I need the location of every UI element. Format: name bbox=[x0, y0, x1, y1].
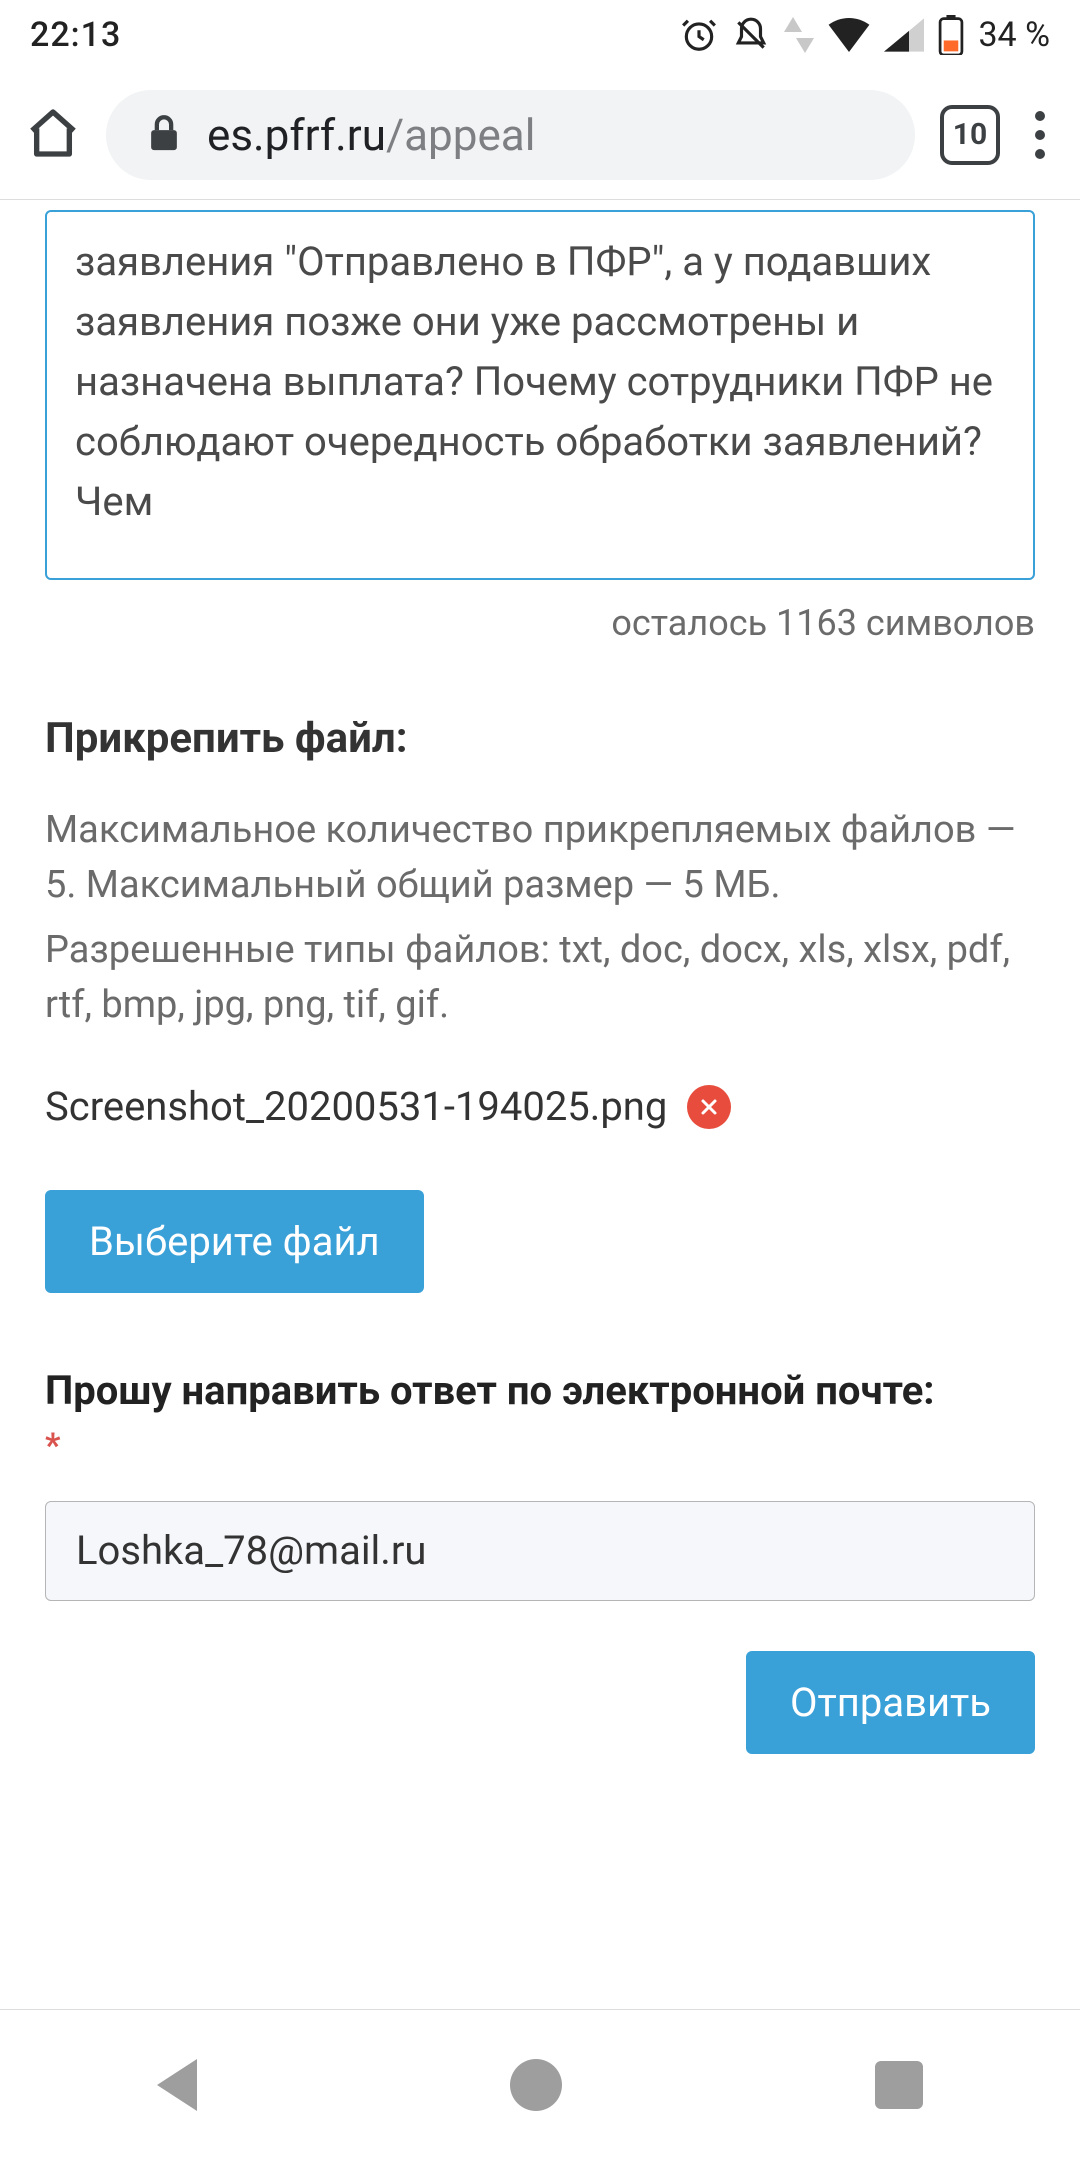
email-label: Прошу направить ответ по электронной поч… bbox=[45, 1363, 1035, 1471]
back-button[interactable] bbox=[157, 2059, 197, 2111]
overflow-menu-icon[interactable] bbox=[1025, 111, 1055, 159]
attach-hint-size: Максимальное количество прикрепляемых фа… bbox=[45, 803, 1035, 913]
battery-percent: 34 % bbox=[978, 15, 1050, 55]
required-asterisk: * bbox=[45, 1423, 1035, 1471]
attached-file-row: Screenshot_20200531-194025.png bbox=[45, 1083, 1035, 1130]
submit-button[interactable]: Отправить bbox=[746, 1651, 1035, 1754]
system-nav-bar bbox=[0, 2010, 1080, 2160]
battery-icon bbox=[938, 15, 964, 55]
alarm-icon bbox=[680, 16, 718, 54]
page-content: осталось 1163 символов Прикрепить файл: … bbox=[0, 200, 1080, 1754]
wifi-icon bbox=[828, 18, 870, 52]
status-icons: 34 % bbox=[680, 15, 1050, 55]
cell-signal-icon bbox=[884, 18, 924, 52]
email-field[interactable] bbox=[45, 1501, 1035, 1601]
url-path: /appeal bbox=[386, 109, 535, 161]
attach-heading: Прикрепить файл: bbox=[45, 714, 1035, 763]
status-bar: 22:13 34 % bbox=[0, 0, 1080, 70]
browser-toolbar: es.pfrf.ru/appeal 10 bbox=[0, 70, 1080, 200]
attached-file-name: Screenshot_20200531-194025.png bbox=[45, 1083, 667, 1130]
data-updown-icon bbox=[784, 16, 814, 54]
appeal-textarea[interactable] bbox=[45, 210, 1035, 580]
lock-icon bbox=[146, 113, 182, 157]
mute-icon bbox=[732, 16, 770, 54]
home-button[interactable] bbox=[510, 2059, 562, 2111]
choose-file-button[interactable]: Выберите файл bbox=[45, 1190, 424, 1293]
home-icon[interactable] bbox=[25, 105, 81, 165]
recents-button[interactable] bbox=[875, 2061, 923, 2109]
char-counter: осталось 1163 символов bbox=[45, 602, 1035, 644]
close-icon bbox=[699, 1097, 719, 1117]
url-text: es.pfrf.ru/appeal bbox=[207, 109, 535, 161]
status-time: 22:13 bbox=[30, 15, 121, 55]
url-host: es.pfrf.ru bbox=[207, 109, 386, 161]
attach-hint-types: Разрешенные типы файлов: txt, doc, docx,… bbox=[45, 923, 1035, 1033]
tabs-button[interactable]: 10 bbox=[940, 105, 1000, 165]
remove-file-button[interactable] bbox=[687, 1085, 731, 1129]
tabs-count: 10 bbox=[953, 117, 987, 152]
address-bar[interactable]: es.pfrf.ru/appeal bbox=[106, 90, 915, 180]
